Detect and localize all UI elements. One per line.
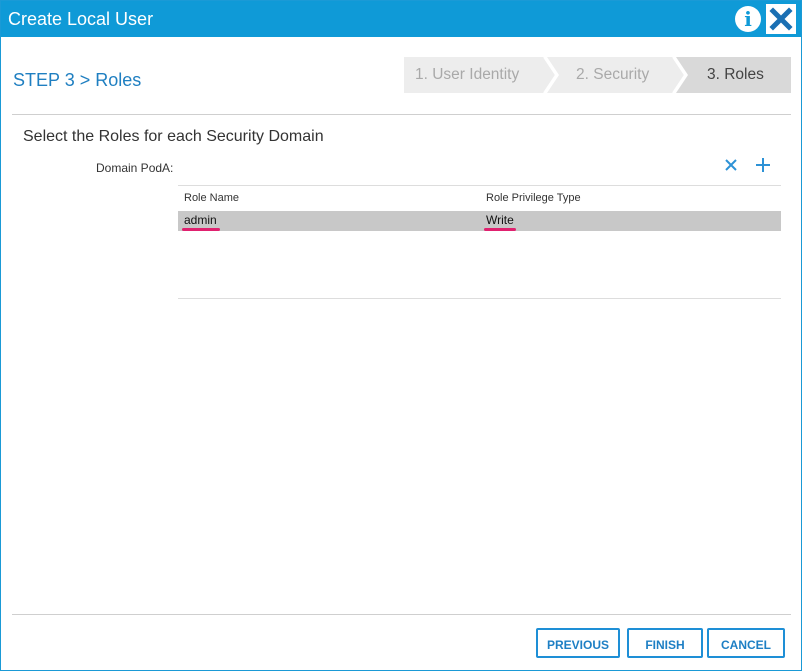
delete-icon[interactable] bbox=[721, 155, 741, 175]
wizard-step-security[interactable]: 2. Security bbox=[576, 66, 649, 84]
domain-label: Domain PodA: bbox=[96, 161, 174, 175]
table-top-border bbox=[178, 185, 781, 186]
column-header-role-name[interactable]: Role Name bbox=[184, 192, 239, 204]
cancel-button[interactable]: CANCEL bbox=[707, 628, 785, 658]
add-icon[interactable] bbox=[753, 155, 773, 175]
cell-role-name: admin bbox=[184, 213, 217, 227]
wizard-step-user-identity[interactable]: 1. User Identity bbox=[415, 66, 519, 84]
dialog-titlebar: Create Local User i bbox=[1, 1, 801, 37]
footer-divider bbox=[12, 614, 791, 615]
column-header-role-privilege-type[interactable]: Role Privilege Type bbox=[486, 192, 581, 204]
section-title: Select the Roles for each Security Domai… bbox=[23, 128, 324, 145]
previous-button[interactable]: PREVIOUS bbox=[536, 628, 620, 658]
table-bottom-border bbox=[178, 298, 781, 299]
header-divider bbox=[12, 114, 791, 115]
step-label: STEP 3 > Roles bbox=[13, 70, 142, 90]
annotation-underline bbox=[484, 228, 516, 231]
dialog-title: Create Local User bbox=[8, 9, 154, 29]
create-local-user-dialog: Create Local User i STEP 3 > Roles 1. Us… bbox=[0, 0, 802, 671]
annotation-underline bbox=[182, 228, 220, 231]
wizard-step-roles[interactable]: 3. Roles bbox=[707, 66, 764, 84]
roles-table: Role Name Role Privilege Type admin Writ… bbox=[178, 185, 781, 299]
finish-button[interactable]: FINISH bbox=[627, 628, 703, 658]
cell-privilege-type: Write bbox=[486, 213, 514, 227]
info-icon[interactable]: i bbox=[735, 6, 761, 32]
close-icon[interactable] bbox=[766, 4, 796, 34]
table-row[interactable]: admin Write bbox=[178, 211, 781, 231]
wizard-progress: 1. User Identity 2. Security 3. Roles bbox=[404, 57, 791, 93]
